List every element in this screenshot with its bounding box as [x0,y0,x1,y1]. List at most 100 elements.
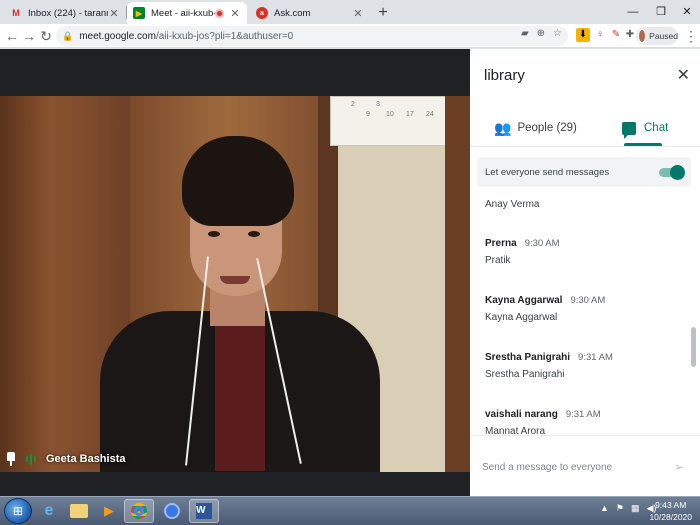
tab-meet[interactable]: ▶ Meet - aii-kxub-jos ✕ [127,2,247,24]
clock-time: 9:43 AM [655,500,687,510]
participant-name: Geeta Bashista [46,453,126,465]
system-tray: ▲ ⚑ ▦ ◀) [600,503,656,514]
person-eye [248,231,260,237]
message-sender: vaishali narang [485,409,558,420]
ie-icon[interactable]: e [34,499,64,523]
browser-tab-strip: M Inbox (224) - tarannum@theindia ✕ ▶ Me… [0,0,700,24]
tab-people[interactable]: 👥 People (29) [494,111,577,145]
menu-icon[interactable]: ⋮ [682,27,700,45]
panel-title: library [484,67,525,84]
compose-area: Send a message to everyone ➢ [470,435,700,496]
toggle-knob [670,165,685,180]
meet-icon: ▶ [133,7,145,19]
message-text: Anay Verma [485,199,540,210]
participant-video: 2 3 9 10 17 24 Geeta Bashista [0,96,470,472]
message-sender: Kayna Aggarwal [485,295,563,306]
person-mouth [220,276,250,284]
divider [470,146,700,147]
audio-level-icon [26,453,36,465]
message-text: Srestha Panigrahi [485,369,565,380]
clock[interactable]: 9:43 AM 10/28/2020 [649,499,692,523]
participant-name-tag: Geeta Bashista [6,452,125,466]
participant-person [100,136,380,472]
recording-icon [215,8,224,18]
message-time: 9:31 AM [565,409,601,420]
chrome-icon[interactable] [124,499,154,523]
extension-pen-icon[interactable]: ✎ [609,28,623,42]
pin-icon[interactable] [6,452,16,466]
tab-people-label: People (29) [517,122,577,134]
message-text: Pratik [485,255,511,266]
setting-label: Let everyone send messages [485,166,610,178]
close-panel-icon[interactable]: ✕ [677,65,690,85]
new-tab-button[interactable]: + [374,4,392,22]
lock-icon: 🔒 [62,30,74,41]
message-time: 9:30 AM [524,238,560,249]
address-bar-icons: ▰ ⊕ ☆ [521,28,562,39]
chat-setting-row: Let everyone send messages [477,157,691,187]
send-icon[interactable]: ➢ [674,460,684,474]
message-time: 9:30 AM [570,295,606,306]
message-time: 9:31 AM [578,352,613,363]
network-icon[interactable]: ▦ [631,503,640,514]
message-header: Kayna Aggarwal 9:30 AM [485,295,605,306]
people-icon: 👥 [494,119,512,136]
meeting-stage: 2 3 9 10 17 24 Geeta Bashista [0,49,470,496]
taskbar: ⊞ e ▶ W ▲ ⚑ ▦ ◀) 9:43 AM 10/28/2020 [0,496,700,525]
forward-icon[interactable]: → [20,27,38,45]
camera-icon[interactable]: ▰ [521,28,529,39]
message-header: Srestha Panigrahi 9:31 AM [485,352,613,363]
tab-ask[interactable]: a Ask.com ✕ [250,2,370,24]
video-background-frame [445,96,470,472]
send-messages-toggle[interactable] [659,165,685,180]
ask-icon: a [256,7,268,19]
close-tab-icon[interactable]: ✕ [229,7,241,20]
close-tab-icon[interactable]: ✕ [352,7,364,20]
media-player-icon[interactable]: ▶ [94,499,124,523]
person-hair [182,136,294,226]
browser-toolbar: ← → ↻ 🔒 meet.google.com/aii-kxub-jos?pli… [0,24,700,48]
explorer-icon[interactable] [64,499,94,523]
address-bar[interactable]: 🔒 meet.google.com/aii-kxub-jos?pli=1&aut… [56,26,568,46]
tab-chat-label: Chat [644,122,669,134]
tab-title: Ask.com [274,7,311,19]
tab-title: Inbox (224) - tarannum@theindia [28,7,108,19]
clock-date: 10/28/2020 [649,512,692,522]
chat-scrollbar[interactable] [691,327,696,367]
message-input[interactable]: Send a message to everyone [482,462,612,473]
close-window-button[interactable]: ✕ [674,2,700,22]
side-panel: library ✕ 👥 People (29) Chat Let everyon… [470,49,700,496]
message-text: Kayna Aggarwal [485,312,558,323]
close-tab-icon[interactable]: ✕ [108,7,120,20]
url-text: meet.google.com/aii-kxub-jos?pli=1&authu… [79,30,294,42]
extension-key-icon[interactable]: ♀ [593,28,607,42]
zoom-icon[interactable]: ⊕ [537,28,545,39]
maximize-button[interactable]: ❐ [648,2,674,22]
chrome-canary-icon[interactable] [157,499,187,523]
gmail-icon: M [12,8,20,18]
chat-icon [622,121,636,139]
profile-button[interactable]: Paused [636,27,678,45]
message-header: Prerna 9:30 AM [485,238,560,249]
message-sender: Prerna [485,238,517,249]
tray-arrow-icon[interactable]: ▲ [600,503,609,514]
start-button[interactable]: ⊞ [4,498,32,524]
profile-status: Paused [649,31,678,41]
tab-gmail[interactable]: M Inbox (224) - tarannum@theindia ✕ [4,2,126,24]
avatar [638,29,647,43]
minimize-button[interactable]: — [620,2,646,22]
message-sender: Srestha Panigrahi [485,352,571,363]
extension-download-icon[interactable]: ⬇ [576,28,590,42]
chat-messages: Anay Verma Prerna 9:30 AM Pratik Kayna Ag… [470,189,690,437]
word-icon[interactable]: W [189,499,219,523]
tab-chat[interactable]: Chat [622,111,668,145]
reload-icon[interactable]: ↻ [37,27,55,45]
message-header: vaishali narang 9:31 AM [485,409,601,420]
tab-title: Meet - aii-kxub-jos [151,7,215,19]
flag-icon[interactable]: ⚑ [616,503,624,514]
person-shirt [215,321,265,471]
back-icon[interactable]: ← [3,27,21,45]
star-icon[interactable]: ☆ [553,28,562,39]
extensions-puzzle-icon[interactable]: ✚ [623,28,637,42]
person-eye [208,231,220,237]
